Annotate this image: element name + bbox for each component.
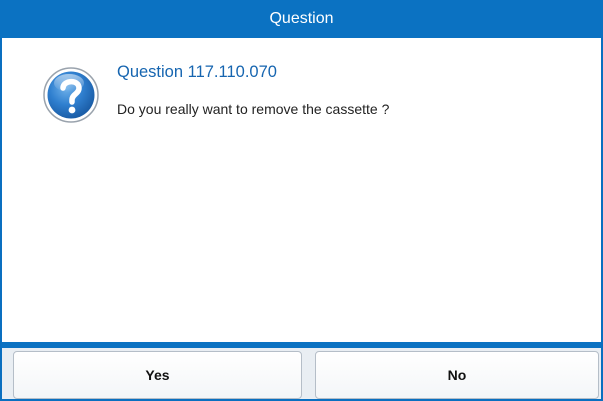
question-icon	[42, 66, 100, 124]
no-button[interactable]: No	[315, 351, 599, 399]
question-dialog: Question Question 117.110.070 Do you rea…	[0, 0, 603, 401]
message-title: Question 117.110.070	[117, 63, 277, 81]
dialog-title: Question	[0, 0, 603, 38]
yes-button[interactable]: Yes	[13, 351, 302, 399]
message-text: Do you really want to remove the cassett…	[117, 101, 390, 117]
